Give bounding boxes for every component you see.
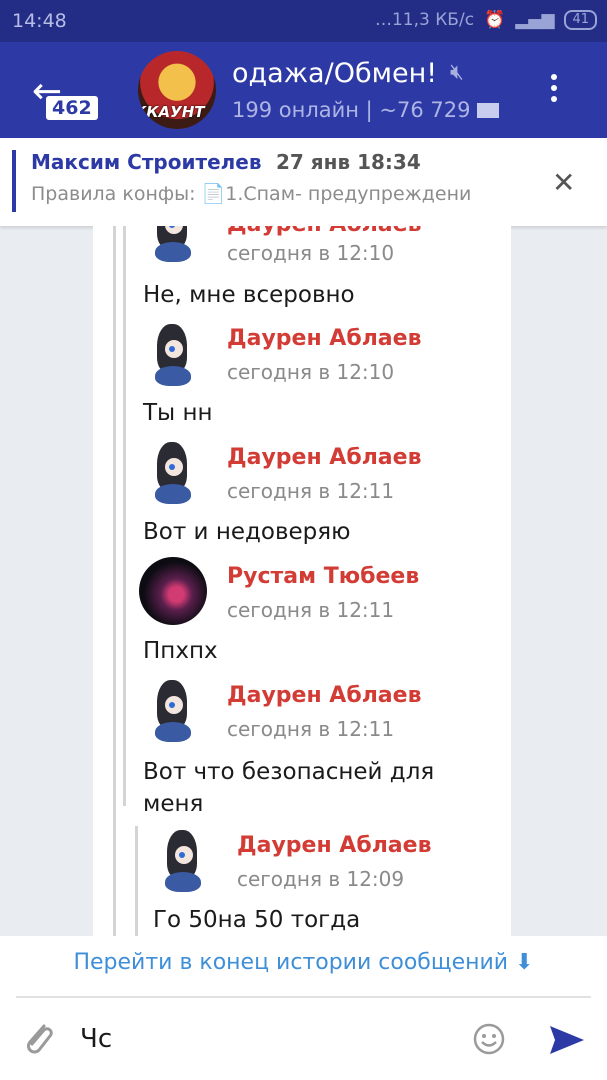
status-icons: …11,3 КБ/с ⏰ ▂▄▆ 41	[375, 10, 597, 30]
message-text: Вот и недоверяю	[143, 519, 351, 545]
mute-icon: 🔇︎	[450, 60, 464, 85]
message-text: Не, мне всеровно	[143, 282, 355, 308]
chat-subtitle: 199 онлайн | ~76 729	[232, 98, 499, 122]
avatar[interactable]	[139, 320, 207, 388]
forwarded-messages-card: Даурен Аблаев сегодня в 12:10 Не, мне вс…	[93, 226, 511, 936]
message-author[interactable]: Даурен Аблаев	[227, 326, 422, 351]
pinned-message[interactable]: Максим Строителев 27 янв 18:34 Правила к…	[0, 138, 607, 226]
message-author[interactable]: Даурен Аблаев	[227, 226, 422, 237]
message-author[interactable]: Даурен Аблаев	[227, 683, 422, 708]
avatar[interactable]	[139, 557, 207, 625]
attach-paperclip-icon[interactable]	[20, 1018, 56, 1058]
network-speed: …11,3 КБ/с	[374, 10, 475, 30]
status-time: 14:48	[12, 10, 67, 32]
message-time: сегодня в 12:11	[227, 598, 395, 622]
message-time: сегодня в 12:11	[227, 717, 395, 741]
pinned-date: 27 янв 18:34	[276, 150, 421, 174]
message-input[interactable]: Чс	[80, 1024, 112, 1054]
avatar[interactable]	[139, 676, 207, 744]
message-author[interactable]: Рустам Тюбеев	[227, 564, 419, 589]
avatar[interactable]	[149, 826, 217, 894]
message-text: Вот что безопасней для меня	[143, 759, 435, 817]
message-time: сегодня в 12:09	[237, 867, 405, 891]
chat-header: ← 462	[0, 42, 607, 138]
quote-line	[123, 226, 126, 806]
pinned-text: Правила конфы: 📄1.Спам- предупреждени	[31, 183, 472, 205]
chat-avatar[interactable]: ККАУНТ ДАЖ	[138, 51, 216, 129]
pinned-author: Максим Строителев	[31, 150, 262, 174]
close-pinned-icon[interactable]: ✕	[552, 166, 575, 199]
envelope-icon	[476, 103, 499, 118]
status-bar: 14:48 …11,3 КБ/с ⏰ ▂▄▆ 41	[0, 0, 607, 42]
message-text: Го 50на 50 тогда	[153, 907, 361, 933]
pinned-accent-bar	[12, 150, 16, 212]
more-menu-icon[interactable]	[550, 74, 558, 107]
message-time: сегодня в 12:10	[227, 241, 395, 265]
message-author[interactable]: Даурен Аблаев	[227, 445, 422, 470]
message-time: сегодня в 12:11	[227, 479, 395, 503]
quote-line	[135, 826, 138, 936]
send-icon[interactable]	[548, 1024, 586, 1056]
signal-icon: ▂▄▆	[515, 10, 555, 30]
avatar-logo-text: ККАУНТ ДАЖ	[138, 103, 216, 121]
alarm-icon: ⏰	[484, 10, 506, 30]
jump-to-end-link[interactable]: Перейти в конец истории сообщений ⬇	[0, 950, 607, 975]
emoji-icon[interactable]	[472, 1022, 506, 1056]
message-author[interactable]: Даурен Аблаев	[237, 833, 432, 858]
quote-line	[113, 226, 116, 936]
members-count: 199 онлайн | ~76 729	[232, 98, 471, 122]
divider	[16, 996, 591, 998]
avatar[interactable]	[139, 226, 207, 264]
message-time: сегодня в 12:10	[227, 360, 395, 384]
message-text: Ты нн	[143, 400, 213, 426]
message-text: Ппхпх	[143, 638, 218, 664]
avatar[interactable]	[139, 438, 207, 506]
unread-count-badge: 462	[46, 96, 98, 120]
battery-indicator: 41	[564, 10, 597, 30]
chat-title[interactable]: одажа/Обмен!	[232, 58, 437, 89]
